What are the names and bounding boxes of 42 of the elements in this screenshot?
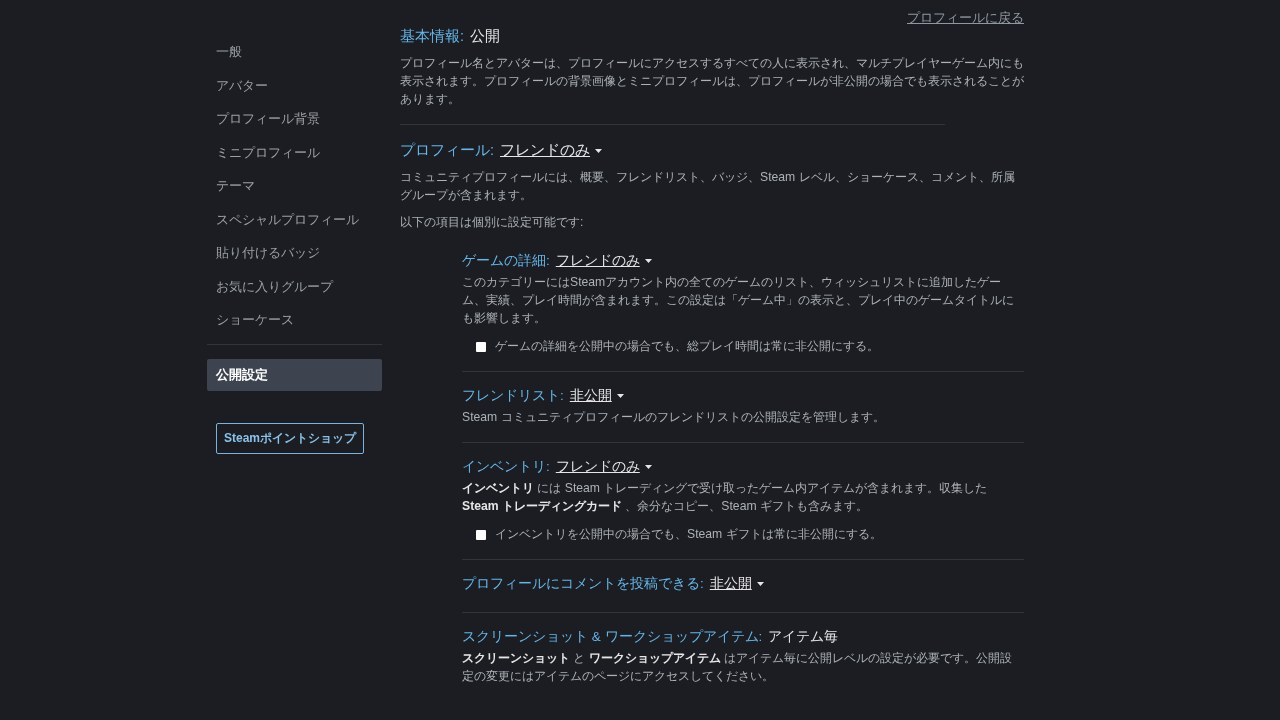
visibility-dropdown[interactable]: フレンドのみ xyxy=(555,252,652,270)
setting-value: 公開 xyxy=(470,27,501,46)
caret-icon xyxy=(616,394,624,398)
description-text: 以下の項目は個別に設定可能です: xyxy=(400,214,585,231)
caret-icon xyxy=(644,259,652,263)
setting-label: プロフィールにコメントを投稿できる: xyxy=(462,575,704,593)
description-text: プロフィール名とアバターは、プロフィールにアクセスするすべての人に表示され、マルチプレイヤーゲーム内にも表示されます。プロフィールの背景画像とミニプロフィールは、プロフィールが非公開の場合でも表示されることがあります。 xyxy=(400,55,1024,108)
sidebar-item[interactable]: 一般 xyxy=(207,42,382,76)
setting-label: スクリーンショット & ワークショップアイテム: xyxy=(462,628,763,646)
checkbox[interactable] xyxy=(476,529,486,540)
sidebar-item[interactable]: スペシャルプロフィール xyxy=(207,209,382,243)
visibility-dropdown[interactable]: フレンドのみ xyxy=(500,141,603,160)
checkbox-label: ゲームの詳細を公開中の場合でも、総プレイ時間は常に非公開にする。 xyxy=(495,338,879,355)
description-text: このカテゴリーにはSteamアカウント内の全てのゲームのリスト、ウィッシュリストに追加したゲーム、実績、プレイ時間が含まれます。この設定は「ゲーム中」の表示と、プレイ中のゲームタイトルにも影響します。 xyxy=(462,274,1015,327)
sidebar-item[interactable]: お気に入りグループ xyxy=(207,276,382,310)
back-to-profile-link[interactable]: プロフィールに戻る xyxy=(907,10,1024,27)
sidebar-item[interactable]: プロフィール背景 xyxy=(207,109,382,143)
caret-icon xyxy=(756,582,764,586)
sidebar-item[interactable]: アバター xyxy=(207,75,382,109)
setting-value: アイテム毎 xyxy=(768,628,839,646)
caret-icon xyxy=(644,465,652,469)
setting-label: ゲームの詳細: xyxy=(462,252,550,270)
sidebar-item[interactable]: ミニプロフィール xyxy=(207,142,382,176)
caret-icon xyxy=(595,148,603,153)
visibility-dropdown[interactable]: 非公開 xyxy=(569,387,624,405)
visibility-dropdown[interactable]: 非公開 xyxy=(709,575,764,593)
description-text: スクリーンショット と ワークショップアイテム はアイテム毎に公開レベルの設定が必要です。公開設定の変更にはアイテムのページにアクセスしてください。 xyxy=(462,650,1014,685)
points-shop-button[interactable]: Steamポイントショップ xyxy=(216,422,365,454)
checkbox[interactable] xyxy=(476,341,486,352)
setting-label: 基本情報: xyxy=(400,27,465,46)
checkbox-label: インベントリを公開中の場合でも、Steam ギフトは常に非公開にする。 xyxy=(495,526,882,543)
sidebar-item[interactable]: 貼り付けるバッジ xyxy=(207,243,382,277)
sidebar-item[interactable]: 公開設定 xyxy=(207,358,382,391)
description-text: Steam コミュニティプロフィールのフレンドリストの公開設定を管理します。 xyxy=(462,409,886,426)
description-text: コミュニティプロフィールには、概要、フレンドリスト、バッジ、Steam レベル、ショーケース、コメント、所属グループが含まれます。 xyxy=(400,169,1016,204)
setting-label: インベントリ: xyxy=(462,458,550,476)
sidebar-item[interactable]: テーマ xyxy=(207,176,382,210)
description-text: インベントリ には Steam トレーディングで受け取ったゲーム内アイテムが含まれます。収集した Steam トレーディングカード 、余分なコピー、Steam ギフトも含みます。 xyxy=(462,480,989,515)
setting-label: フレンドリスト: xyxy=(462,387,564,405)
sidebar-item[interactable]: ショーケース xyxy=(207,310,382,344)
visibility-dropdown[interactable]: フレンドのみ xyxy=(555,458,652,476)
setting-label: プロフィール: xyxy=(400,141,495,160)
